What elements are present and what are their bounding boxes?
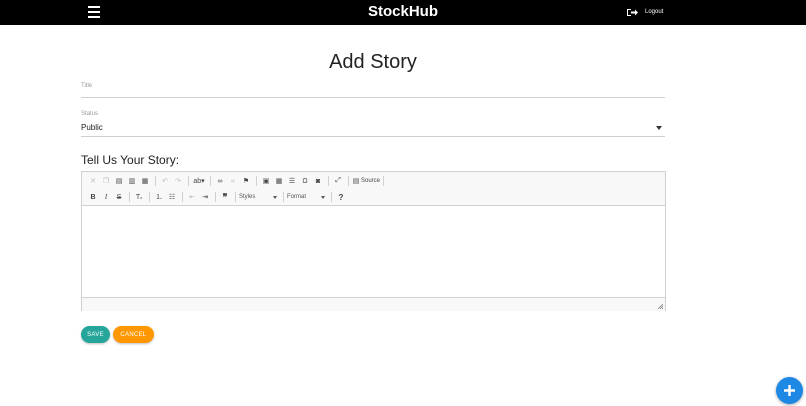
iframe-icon[interactable]: ◙ [312, 175, 324, 187]
undo-icon[interactable]: ↶ [159, 175, 171, 187]
add-fab-button[interactable] [776, 377, 803, 404]
help-icon[interactable]: ? [335, 191, 347, 203]
format-dropdown[interactable]: Format [287, 192, 325, 202]
status-value: Public [81, 123, 103, 132]
plus-icon [784, 385, 795, 396]
image-icon[interactable]: ▣ [260, 175, 272, 187]
toolbar-row-1: ✕ ❐ ▤ ▥ ▦ ↶ ↷ ab▾ ∞ ∝ ⚑ ▣ ▦ ☰ Ω ◙ ⤢ ▤ So… [87, 175, 387, 187]
bold-icon[interactable]: B [87, 191, 99, 203]
toolbar-divider [283, 192, 284, 202]
top-navbar: StockHub Logout [0, 0, 806, 25]
copy-icon[interactable]: ❐ [100, 175, 112, 187]
remove-format-icon[interactable]: Tx [133, 191, 145, 203]
toolbar-row-2: B I S Tx ⒈ ☷ ⇤ ⇥ ❞ Styles Format ? [87, 191, 348, 203]
toolbar-divider [348, 176, 349, 186]
table-icon[interactable]: ▦ [273, 175, 285, 187]
spellcheck-icon[interactable]: ab▾ [192, 175, 206, 187]
paste-text-icon[interactable]: ▥ [126, 175, 138, 187]
toolbar-divider [129, 192, 130, 202]
logout-icon [627, 8, 638, 16]
paste-word-icon[interactable]: ▦ [139, 175, 151, 187]
caret-down-icon [321, 195, 325, 199]
toolbar-divider [210, 176, 211, 186]
logout-label: Logout [645, 9, 664, 15]
title-input[interactable] [81, 90, 665, 98]
status-select[interactable]: Public [81, 121, 665, 137]
styles-dropdown[interactable]: Styles [239, 192, 277, 202]
format-label: Format [287, 194, 307, 200]
indent-icon[interactable]: ⇥ [199, 191, 211, 203]
toolbar-divider [149, 192, 150, 202]
hamburger-menu-icon[interactable] [88, 6, 100, 18]
anchor-icon[interactable]: ⚑ [240, 175, 252, 187]
logout-link[interactable]: Logout [627, 6, 663, 18]
save-button[interactable]: SAVE [81, 326, 110, 343]
horizontal-line-icon[interactable]: ☰ [286, 175, 298, 187]
toolbar-divider [235, 192, 236, 202]
toolbar-divider [256, 176, 257, 186]
rich-text-editor: ✕ ❐ ▤ ▥ ▦ ↶ ↷ ab▾ ∞ ∝ ⚑ ▣ ▦ ☰ Ω ◙ ⤢ ▤ So… [81, 171, 666, 311]
editor-content-area[interactable] [82, 206, 665, 297]
blockquote-icon[interactable]: ❞ [219, 191, 231, 203]
cut-icon[interactable]: ✕ [87, 175, 99, 187]
italic-icon[interactable]: I [100, 191, 112, 203]
source-icon: ▤ [352, 178, 360, 185]
cancel-button[interactable]: CANCEL [113, 326, 154, 343]
link-icon[interactable]: ∞ [214, 175, 226, 187]
strikethrough-icon[interactable]: S [113, 191, 125, 203]
resize-handle-icon[interactable] [658, 304, 663, 309]
page-title: Add Story [329, 51, 417, 74]
toolbar-divider [383, 176, 385, 186]
toolbar-divider [328, 176, 329, 186]
toolbar-divider [331, 192, 332, 202]
editor-statusbar [82, 297, 665, 311]
redo-icon[interactable]: ↷ [172, 175, 184, 187]
maximize-icon[interactable]: ⤢ [332, 175, 344, 187]
story-heading: Tell Us Your Story: [81, 153, 180, 167]
toolbar-divider [155, 176, 156, 186]
outdent-icon[interactable]: ⇤ [186, 191, 198, 203]
caret-down-icon [273, 195, 277, 199]
source-button[interactable]: ▤ Source [352, 175, 380, 187]
bulleted-list-icon[interactable]: ☷ [166, 191, 178, 203]
caret-down-icon [656, 126, 662, 130]
toolbar-divider [188, 176, 189, 186]
editor-toolbar: ✕ ❐ ▤ ▥ ▦ ↶ ↷ ab▾ ∞ ∝ ⚑ ▣ ▦ ☰ Ω ◙ ⤢ ▤ So… [82, 172, 665, 206]
styles-label: Styles [239, 194, 256, 200]
unlink-icon[interactable]: ∝ [227, 175, 239, 187]
brand-logo[interactable]: StockHub [0, 3, 806, 21]
numbered-list-icon[interactable]: ⒈ [153, 191, 165, 203]
toolbar-divider [215, 192, 216, 202]
toolbar-divider [182, 192, 183, 202]
source-label: Source [361, 178, 381, 184]
status-label: Status [81, 111, 99, 117]
title-label: Title [81, 83, 93, 89]
special-char-icon[interactable]: Ω [299, 175, 311, 187]
paste-icon[interactable]: ▤ [113, 175, 125, 187]
